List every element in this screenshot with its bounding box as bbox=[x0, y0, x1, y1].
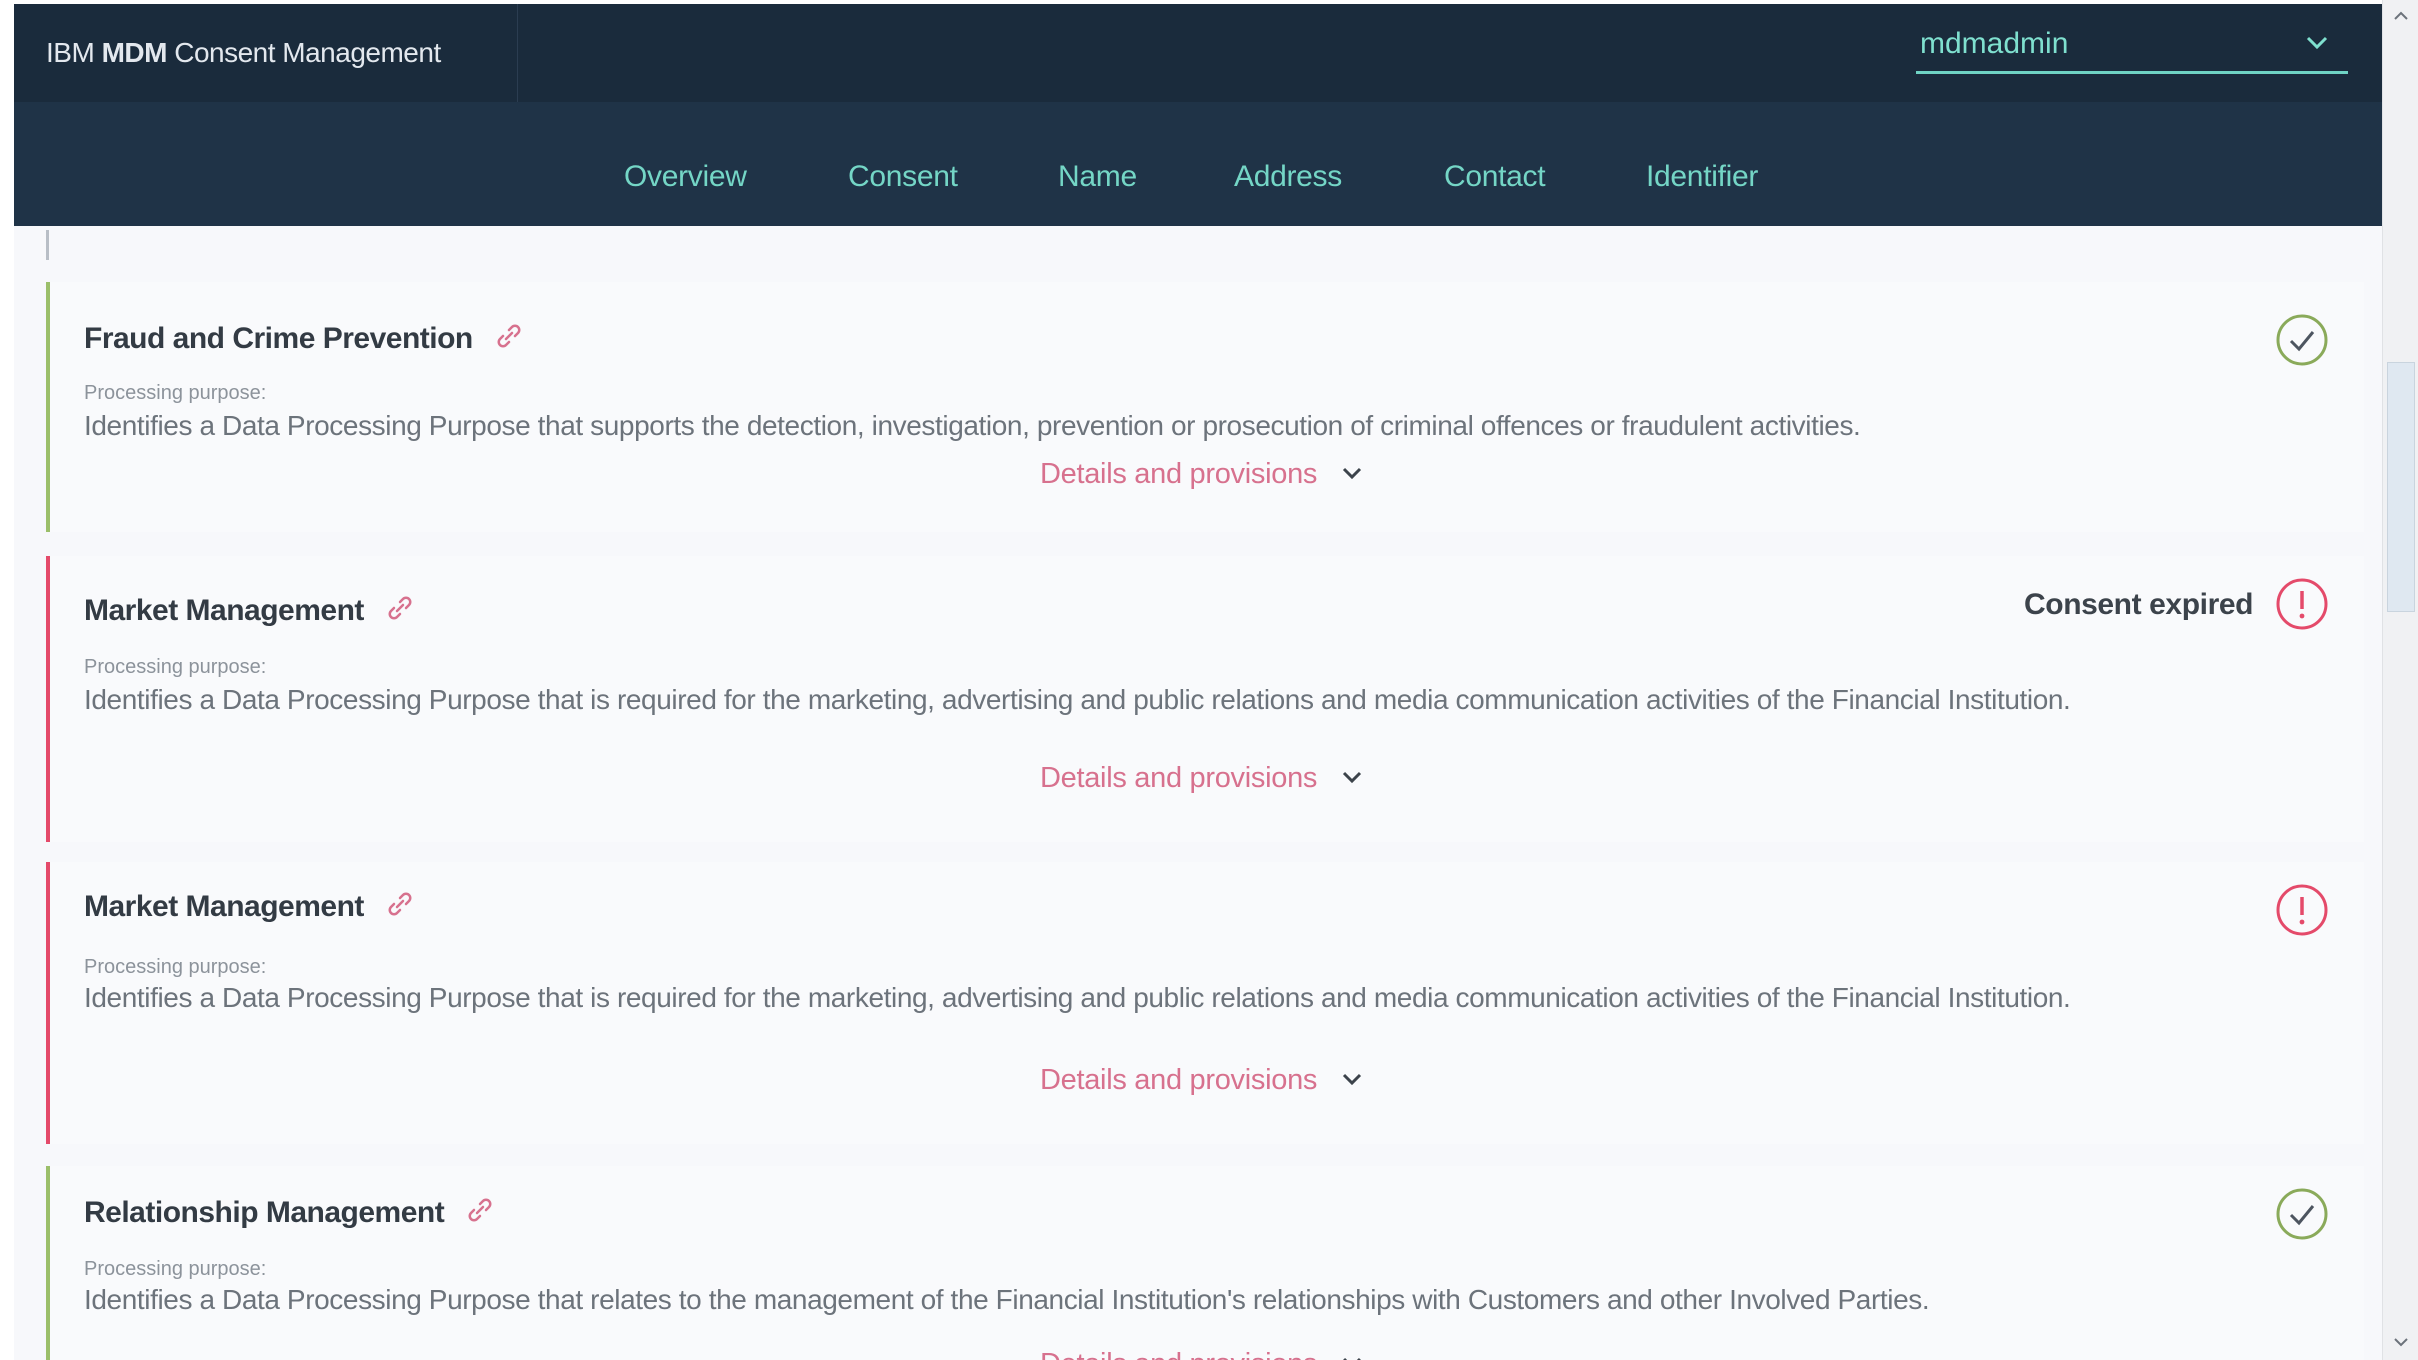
details-toggle[interactable]: Details and provisions bbox=[1040, 1064, 1365, 1097]
purpose-label: Processing purpose: bbox=[84, 1258, 267, 1280]
brand-bold: MDM bbox=[101, 37, 168, 68]
purpose-text: Identifies a Data Processing Purpose tha… bbox=[84, 684, 2071, 715]
check-circle-icon bbox=[2276, 1188, 2328, 1240]
consent-card-market-management: Market Management Processing purpose: Id… bbox=[46, 862, 2364, 1144]
scroll-up-icon[interactable] bbox=[2389, 4, 2413, 28]
card-title: Relationship Management bbox=[84, 1196, 494, 1230]
user-name: mdmadmin bbox=[1920, 27, 2069, 60]
card-title-text: Market Management bbox=[84, 890, 364, 923]
details-label: Details and provisions bbox=[1040, 762, 1318, 794]
tab-identifier[interactable]: Identifier bbox=[1646, 102, 1758, 226]
chevron-down-icon bbox=[1342, 467, 1361, 480]
check-circle-icon bbox=[2276, 314, 2328, 366]
consent-list: Fraud and Crime Prevention Processing pu… bbox=[14, 226, 2382, 1360]
link-icon[interactable] bbox=[386, 594, 414, 622]
chevron-down-icon bbox=[1342, 771, 1361, 784]
chevron-down-icon bbox=[1342, 1357, 1361, 1360]
chevron-down-icon bbox=[2306, 36, 2328, 50]
consent-card-relationship-management: Relationship Management Processing purpo… bbox=[46, 1166, 2364, 1360]
app-brand[interactable]: IBM MDM Consent Management bbox=[14, 4, 518, 102]
scroll-down-icon[interactable] bbox=[2389, 1330, 2413, 1354]
brand-suffix: Consent Management bbox=[166, 37, 441, 68]
tab-name[interactable]: Name bbox=[1058, 102, 1137, 226]
link-icon[interactable] bbox=[386, 890, 414, 918]
card-title: Fraud and Crime Prevention bbox=[84, 322, 523, 356]
tab-consent[interactable]: Consent bbox=[848, 102, 958, 226]
card-title: Market Management bbox=[84, 890, 414, 924]
purpose-label: Processing purpose: bbox=[84, 956, 267, 978]
card-title-text: Market Management bbox=[84, 594, 364, 627]
purpose-text: Identifies a Data Processing Purpose tha… bbox=[84, 410, 1861, 441]
card-title-text: Fraud and Crime Prevention bbox=[84, 322, 473, 355]
tab-address[interactable]: Address bbox=[1234, 102, 1342, 226]
link-icon[interactable] bbox=[495, 322, 523, 350]
scroll-thumb[interactable] bbox=[2387, 362, 2415, 612]
purpose-label: Processing purpose: bbox=[84, 382, 267, 404]
nav-bar: Overview Consent Name Address Contact Id… bbox=[14, 102, 2382, 226]
divider bbox=[46, 230, 49, 260]
brand-prefix: IBM bbox=[46, 37, 102, 68]
purpose-text: Identifies a Data Processing Purpose tha… bbox=[84, 982, 2071, 1013]
vertical-scrollbar[interactable] bbox=[2382, 0, 2418, 1360]
details-toggle[interactable]: Details and provisions bbox=[1040, 458, 1365, 491]
user-dropdown[interactable]: mdmadmin bbox=[1916, 22, 2348, 74]
purpose-label: Processing purpose: bbox=[84, 656, 267, 678]
card-title-text: Relationship Management bbox=[84, 1196, 445, 1229]
chevron-down-icon bbox=[1342, 1073, 1361, 1086]
exclamation-circle-icon bbox=[2276, 578, 2328, 630]
details-toggle[interactable]: Details and provisions bbox=[1040, 762, 1365, 795]
consent-card-fraud-prevention: Fraud and Crime Prevention Processing pu… bbox=[46, 282, 2364, 532]
purpose-text: Identifies a Data Processing Purpose tha… bbox=[84, 1284, 1930, 1315]
details-toggle[interactable]: Details and provisions bbox=[1040, 1348, 1365, 1360]
exclamation-circle-icon bbox=[2276, 884, 2328, 936]
consent-card-market-management: Market Management Consent expired Proces… bbox=[46, 556, 2364, 842]
tab-contact[interactable]: Contact bbox=[1444, 102, 1546, 226]
details-label: Details and provisions bbox=[1040, 458, 1318, 490]
details-label: Details and provisions bbox=[1040, 1064, 1318, 1096]
details-label: Details and provisions bbox=[1040, 1348, 1317, 1360]
tab-overview[interactable]: Overview bbox=[624, 102, 747, 226]
link-icon[interactable] bbox=[466, 1196, 494, 1224]
status-badge: Consent expired bbox=[2024, 588, 2254, 621]
top-bar: IBM MDM Consent Management mdmadmin bbox=[14, 4, 2382, 102]
card-title: Market Management bbox=[84, 594, 414, 628]
app-window: IBM MDM Consent Management mdmadmin Over… bbox=[14, 4, 2382, 1360]
